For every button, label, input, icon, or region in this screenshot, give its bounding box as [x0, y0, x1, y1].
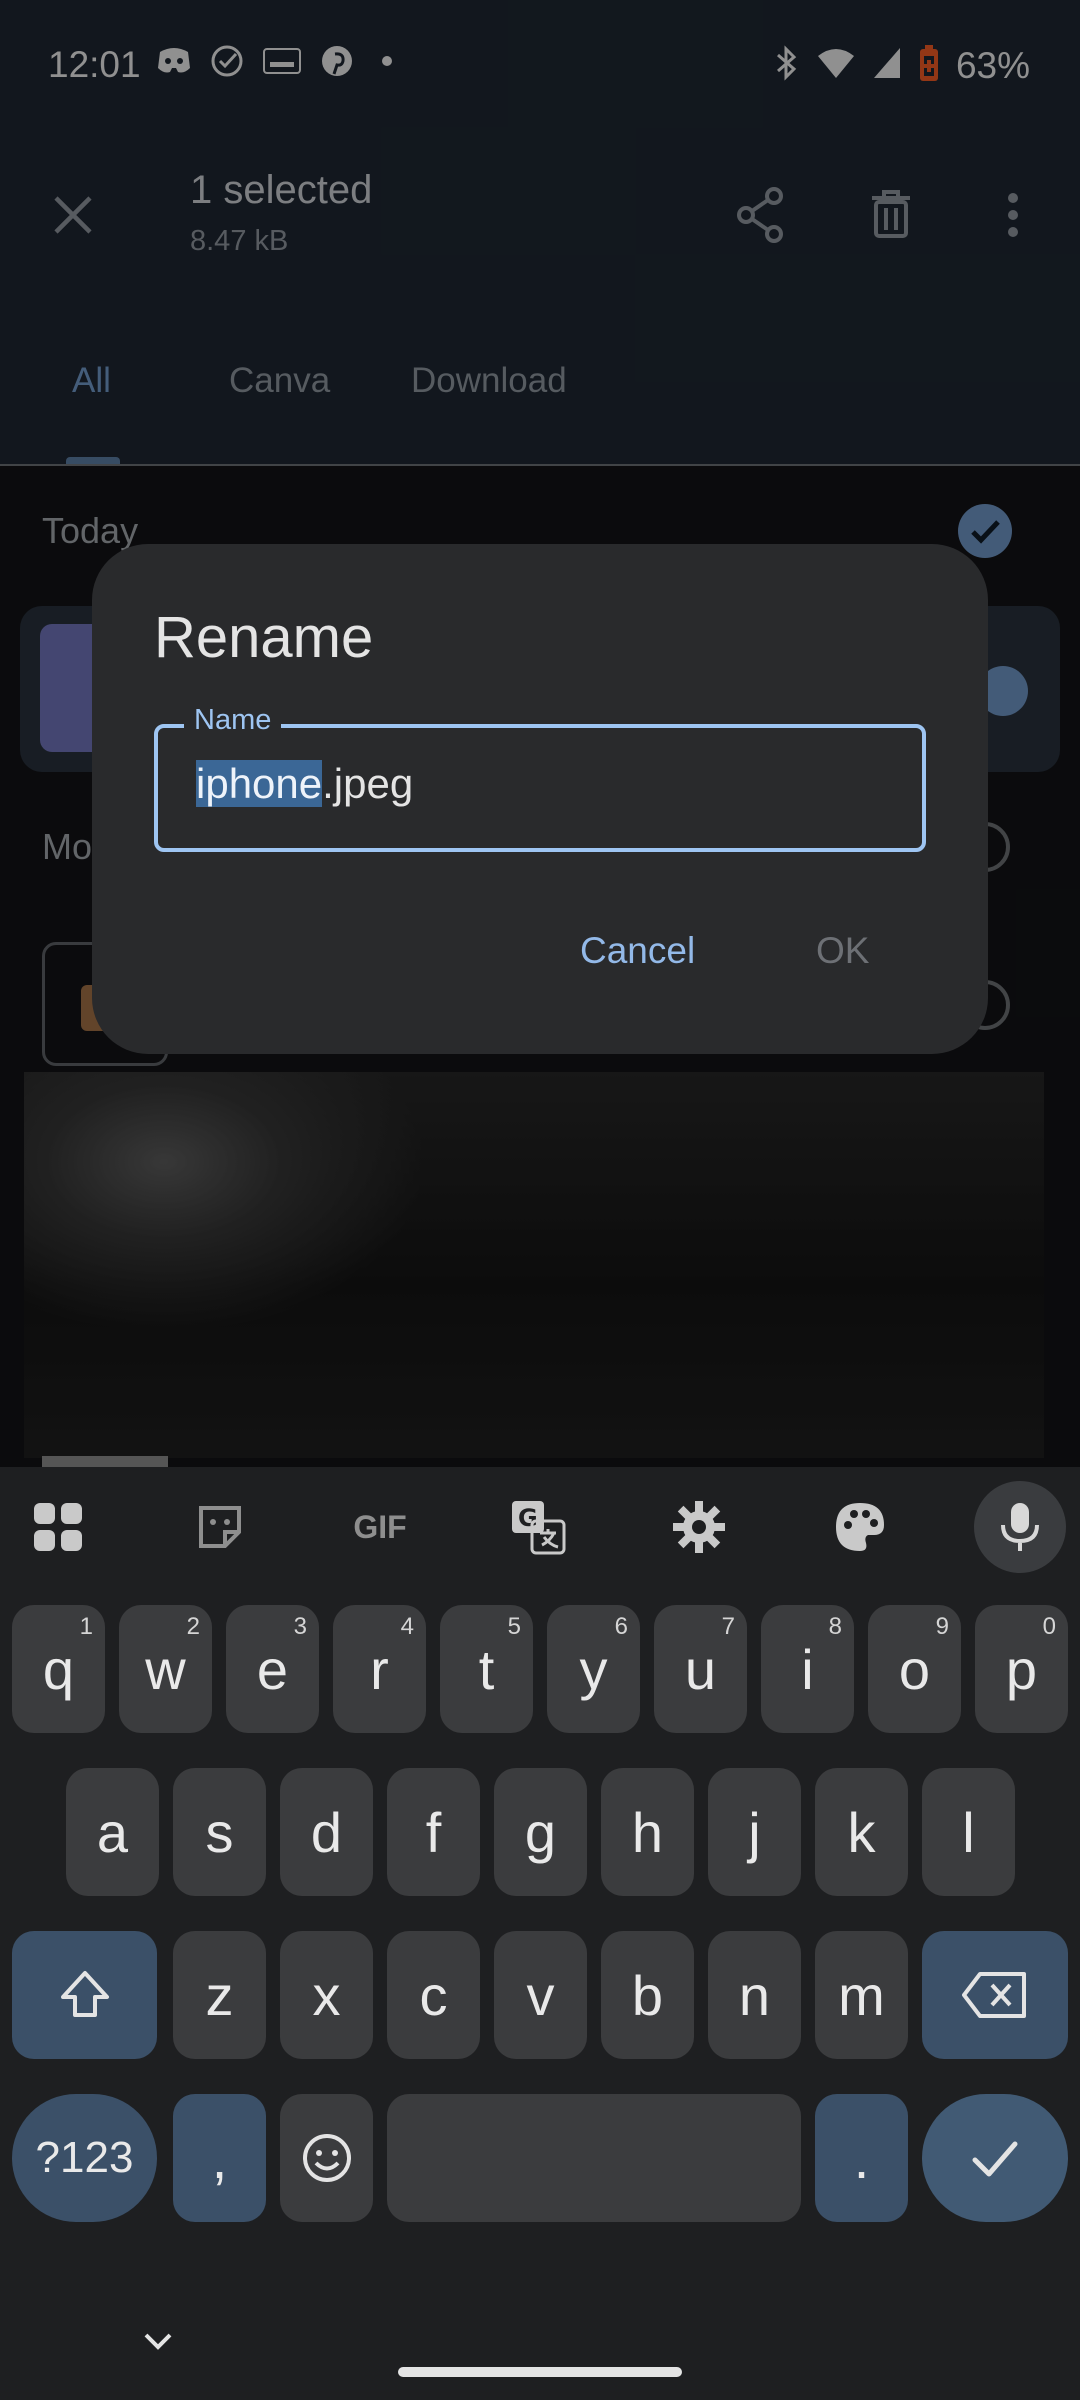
key-y[interactable]: y6 [547, 1605, 640, 1733]
key-label: i [801, 1637, 814, 1701]
key-label: q [42, 1637, 75, 1701]
key-x[interactable]: x [280, 1931, 373, 2059]
key-c[interactable]: c [387, 1931, 480, 2059]
key-label: u [684, 1637, 717, 1701]
key-w[interactable]: w2 [119, 1605, 212, 1733]
key-hint: 0 [1042, 1613, 1056, 1640]
key-label: y [579, 1637, 608, 1701]
gif-icon[interactable]: GIF [338, 1487, 422, 1567]
key-label: p [1005, 1637, 1038, 1701]
key-f[interactable]: f [387, 1768, 480, 1896]
mic-icon[interactable] [974, 1481, 1066, 1573]
key-j[interactable]: j [708, 1768, 801, 1896]
key-s[interactable]: s [173, 1768, 266, 1896]
key-k[interactable]: k [815, 1768, 908, 1896]
shift-icon [60, 1971, 109, 2017]
key-e[interactable]: e3 [226, 1605, 319, 1733]
translate-icon[interactable]: G [498, 1487, 578, 1567]
emoji-key[interactable] [280, 2094, 373, 2222]
key-hint: 4 [400, 1613, 414, 1640]
key-m[interactable]: m [815, 1931, 908, 2059]
soft-keyboard: GIF G q1 w2 e3 r4 t5 y6 u7 i8 o9 p0 a s … [0, 1467, 1080, 2400]
key-label: w [145, 1637, 186, 1701]
backspace-icon [962, 1972, 1026, 2018]
key-r[interactable]: r4 [333, 1605, 426, 1733]
key-label: t [478, 1637, 495, 1701]
key-hint: 8 [828, 1613, 842, 1640]
key-a[interactable]: a [66, 1768, 159, 1896]
period-key[interactable]: . [815, 2094, 908, 2222]
key-h[interactable]: h [601, 1768, 694, 1896]
check-icon [972, 2141, 1018, 2177]
palette-icon[interactable] [820, 1487, 900, 1567]
hide-keyboard-icon[interactable] [138, 2329, 178, 2353]
key-hint: 7 [721, 1613, 735, 1640]
key-v[interactable]: v [494, 1931, 587, 2059]
apps-grid-icon[interactable] [18, 1487, 98, 1567]
key-p[interactable]: p0 [975, 1605, 1068, 1733]
key-hint: 5 [507, 1613, 521, 1640]
key-label: r [370, 1637, 389, 1701]
key-g[interactable]: g [494, 1768, 587, 1896]
key-u[interactable]: u7 [654, 1605, 747, 1733]
key-hint: 9 [935, 1613, 949, 1640]
dialog-title: Rename [154, 605, 374, 670]
rename-dialog: Rename Name iphone.jpeg Cancel OK [92, 544, 988, 1054]
key-n[interactable]: n [708, 1931, 801, 2059]
key-label: o [898, 1637, 931, 1701]
key-q[interactable]: q1 [12, 1605, 105, 1733]
key-label: e [256, 1637, 289, 1701]
key-z[interactable]: z [173, 1931, 266, 2059]
key-hint: 3 [293, 1613, 307, 1640]
shift-key[interactable] [12, 1931, 157, 2059]
emoji-icon [302, 2134, 351, 2182]
svg-text:G: G [518, 1504, 538, 1532]
name-input-value[interactable]: iphone.jpeg [196, 760, 413, 808]
backspace-key[interactable] [922, 1931, 1068, 2059]
key-t[interactable]: t5 [440, 1605, 533, 1733]
ok-button[interactable]: OK [816, 930, 869, 972]
selected-text: iphone [196, 760, 323, 807]
key-o[interactable]: o9 [868, 1605, 961, 1733]
symbols-key[interactable]: ?123 [12, 2094, 157, 2222]
key-hint: 2 [186, 1613, 200, 1640]
key-l[interactable]: l [922, 1768, 1015, 1896]
gesture-nav-handle[interactable] [398, 2367, 682, 2377]
keyboard-toolbar: GIF G [0, 1467, 1080, 1587]
cancel-button[interactable]: Cancel [580, 930, 695, 972]
key-hint: 1 [79, 1613, 93, 1640]
key-d[interactable]: d [280, 1768, 373, 1896]
key-i[interactable]: i8 [761, 1605, 854, 1733]
enter-key[interactable] [922, 2094, 1068, 2222]
comma-key[interactable]: , [173, 2094, 266, 2222]
key-hint: 6 [614, 1613, 628, 1640]
space-key[interactable] [387, 2094, 801, 2222]
key-b[interactable]: b [601, 1931, 694, 2059]
unselected-text: .jpeg [322, 760, 414, 807]
sticker-icon[interactable] [180, 1487, 260, 1567]
name-input[interactable]: Name iphone.jpeg [154, 704, 926, 852]
settings-icon[interactable] [659, 1487, 739, 1567]
name-field-label: Name [184, 704, 282, 737]
